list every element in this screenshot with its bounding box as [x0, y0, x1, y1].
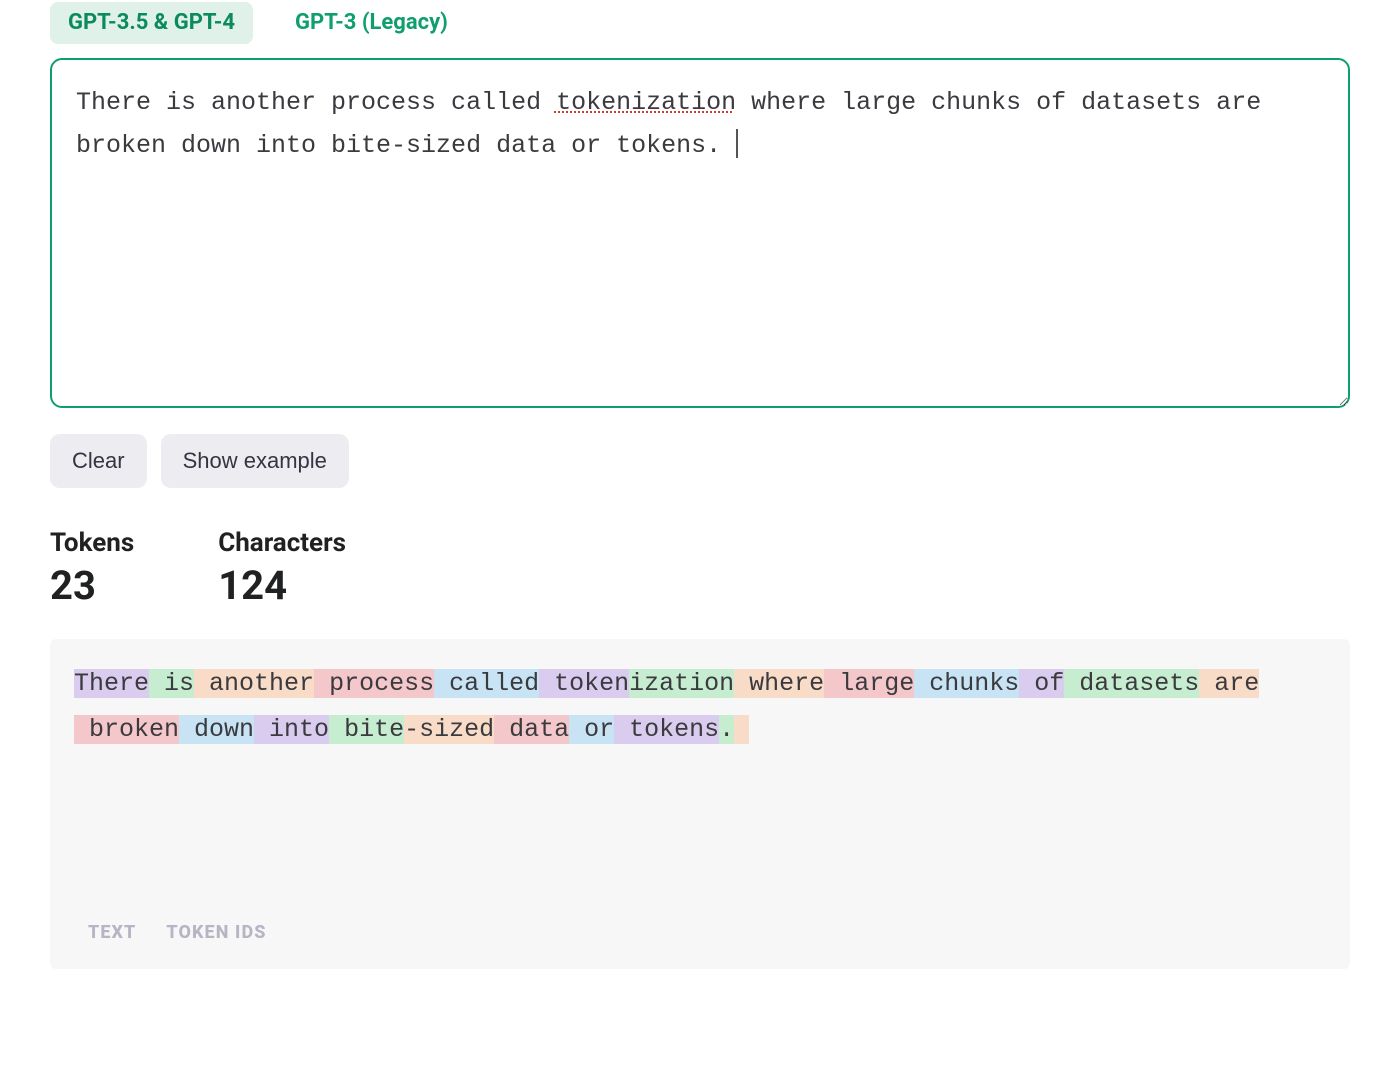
token: broken [74, 715, 179, 744]
token: token [539, 669, 629, 698]
token: is [149, 669, 194, 698]
stats-row: Tokens 23 Characters 124 [50, 528, 1350, 609]
tokens-label: Tokens [50, 528, 134, 558]
token: chunks [914, 669, 1019, 698]
token-visualization-panel: There is another process called tokeniza… [50, 639, 1350, 969]
tokenizer-textarea[interactable] [50, 58, 1350, 408]
token: . [719, 715, 734, 744]
token: or [569, 715, 614, 744]
token: data [494, 715, 569, 744]
panel-tab-text[interactable]: TEXT [88, 922, 136, 943]
token: called [434, 669, 539, 698]
token: -sized [404, 715, 494, 744]
characters-value: 124 [218, 562, 346, 609]
token: bite [329, 715, 404, 744]
token: There [74, 669, 149, 698]
button-row: Clear Show example [50, 434, 1350, 488]
tokenized-text: There is another process called tokeniza… [74, 661, 1326, 754]
tokens-stat: Tokens 23 [50, 528, 134, 609]
characters-stat: Characters 124 [218, 528, 346, 609]
clear-button[interactable]: Clear [50, 434, 147, 488]
panel-view-tabs: TEXT TOKEN IDS [74, 922, 1326, 943]
token: are [1199, 669, 1259, 698]
tokens-value: 23 [50, 562, 134, 609]
token: into [254, 715, 329, 744]
token: of [1019, 669, 1064, 698]
model-tabs: GPT-3.5 & GPT-4 GPT-3 (Legacy) [50, 0, 1350, 44]
tab-gpt3-legacy[interactable]: GPT-3 (Legacy) [277, 2, 466, 44]
token: process [314, 669, 434, 698]
token: large [824, 669, 914, 698]
token: where [734, 669, 824, 698]
token: another [194, 669, 314, 698]
token: ization [629, 669, 734, 698]
panel-tab-token-ids[interactable]: TOKEN IDS [166, 922, 266, 943]
show-example-button[interactable]: Show example [161, 434, 349, 488]
tokenizer-page: GPT-3.5 & GPT-4 GPT-3 (Legacy) There is … [0, 0, 1400, 1092]
characters-label: Characters [218, 528, 346, 558]
token [734, 715, 749, 744]
input-area: There is another process called tokeniza… [50, 58, 1350, 412]
tab-gpt35-gpt4[interactable]: GPT-3.5 & GPT-4 [50, 2, 253, 44]
token: datasets [1064, 669, 1199, 698]
token: down [179, 715, 254, 744]
token: tokens [614, 715, 719, 744]
